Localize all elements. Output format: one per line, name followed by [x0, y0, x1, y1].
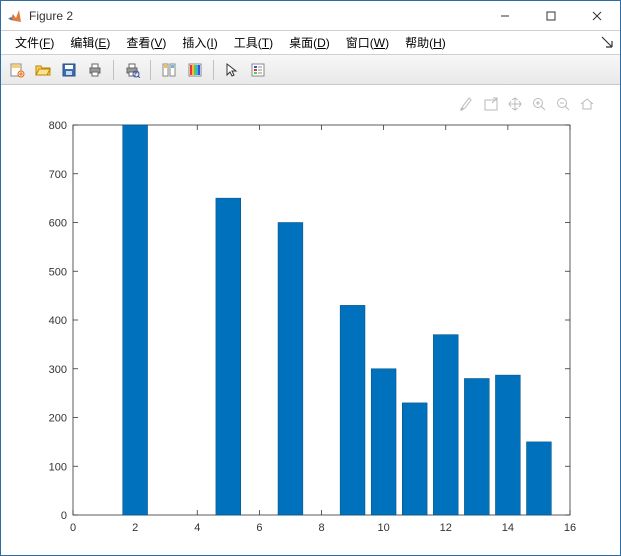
- ytick-label: 0: [61, 510, 67, 522]
- print-button[interactable]: [83, 58, 107, 82]
- maximize-button[interactable]: [528, 1, 574, 31]
- insert-legend-icon: [250, 62, 266, 78]
- menu-i[interactable]: 插入(I): [174, 32, 225, 53]
- matlab-logo-icon: [7, 8, 23, 24]
- bar: [433, 335, 458, 515]
- colorbar-icon: [187, 62, 203, 78]
- ytick-label: 400: [49, 315, 67, 327]
- xtick-label: 16: [564, 522, 576, 534]
- print-preview-button[interactable]: [120, 58, 144, 82]
- link-icon: [161, 62, 177, 78]
- figure-window: Figure 2 文件(F)编辑(E)查看(V)插入(I)工具(T)桌面(D)窗…: [0, 0, 621, 556]
- minimize-button[interactable]: [482, 1, 528, 31]
- toolbar: [1, 55, 620, 85]
- ytick-label: 300: [49, 364, 67, 376]
- open-icon: [35, 62, 51, 78]
- dock-arrow-icon[interactable]: [600, 35, 614, 49]
- insert-legend-button[interactable]: [246, 58, 270, 82]
- xtick-label: 10: [378, 522, 390, 534]
- save-icon: [61, 62, 77, 78]
- xtick-label: 0: [70, 522, 76, 534]
- bar: [371, 369, 396, 515]
- menu-h[interactable]: 帮助(H): [397, 32, 454, 53]
- bar: [527, 442, 552, 515]
- bar: [340, 305, 365, 515]
- xtick-label: 12: [440, 522, 452, 534]
- xtick-label: 4: [194, 522, 200, 534]
- xtick-label: 2: [132, 522, 138, 534]
- new-figure-button[interactable]: [5, 58, 29, 82]
- bar: [278, 223, 303, 516]
- new-figure-icon: [9, 62, 25, 78]
- window-buttons: [482, 1, 620, 31]
- cursor-icon: [224, 62, 240, 78]
- xtick-label: 8: [318, 522, 324, 534]
- menu-e[interactable]: 编辑(E): [62, 32, 118, 53]
- toolbar-separator: [150, 60, 151, 80]
- ytick-label: 100: [49, 461, 67, 473]
- toolbar-separator: [113, 60, 114, 80]
- print-preview-icon: [124, 62, 140, 78]
- menu-v[interactable]: 查看(V): [118, 32, 174, 53]
- ytick-label: 200: [49, 413, 67, 425]
- menu-d[interactable]: 桌面(D): [281, 32, 338, 53]
- ytick-label: 600: [49, 218, 67, 230]
- save-button[interactable]: [57, 58, 81, 82]
- cursor-button[interactable]: [220, 58, 244, 82]
- bar: [123, 125, 148, 515]
- window-title: Figure 2: [29, 9, 482, 23]
- link-button[interactable]: [157, 58, 181, 82]
- chart-svg: 0 100 200 300 400 500 600 700 800 0 2 4 6 8 10 12 14 16: [1, 85, 620, 555]
- toolbar-separator: [213, 60, 214, 80]
- bar: [216, 198, 241, 515]
- colorbar-button[interactable]: [183, 58, 207, 82]
- titlebar: Figure 2: [1, 1, 620, 31]
- ytick-label: 500: [49, 266, 67, 278]
- menubar: 文件(F)编辑(E)查看(V)插入(I)工具(T)桌面(D)窗口(W)帮助(H): [1, 31, 620, 55]
- bar: [495, 375, 520, 515]
- plot-area: 0 100 200 300 400 500 600 700 800 0 2 4 6 8 10 12 14 16: [1, 85, 620, 555]
- print-icon: [87, 62, 103, 78]
- bar: [402, 403, 427, 515]
- close-button[interactable]: [574, 1, 620, 31]
- ytick-label: 700: [49, 169, 67, 181]
- xtick-label: 6: [256, 522, 262, 534]
- open-button[interactable]: [31, 58, 55, 82]
- ytick-label: 800: [49, 120, 67, 132]
- menu-w[interactable]: 窗口(W): [338, 32, 397, 53]
- menu-f[interactable]: 文件(F): [7, 32, 62, 53]
- xtick-label: 14: [502, 522, 514, 534]
- menu-t[interactable]: 工具(T): [226, 32, 281, 53]
- bar: [464, 379, 489, 516]
